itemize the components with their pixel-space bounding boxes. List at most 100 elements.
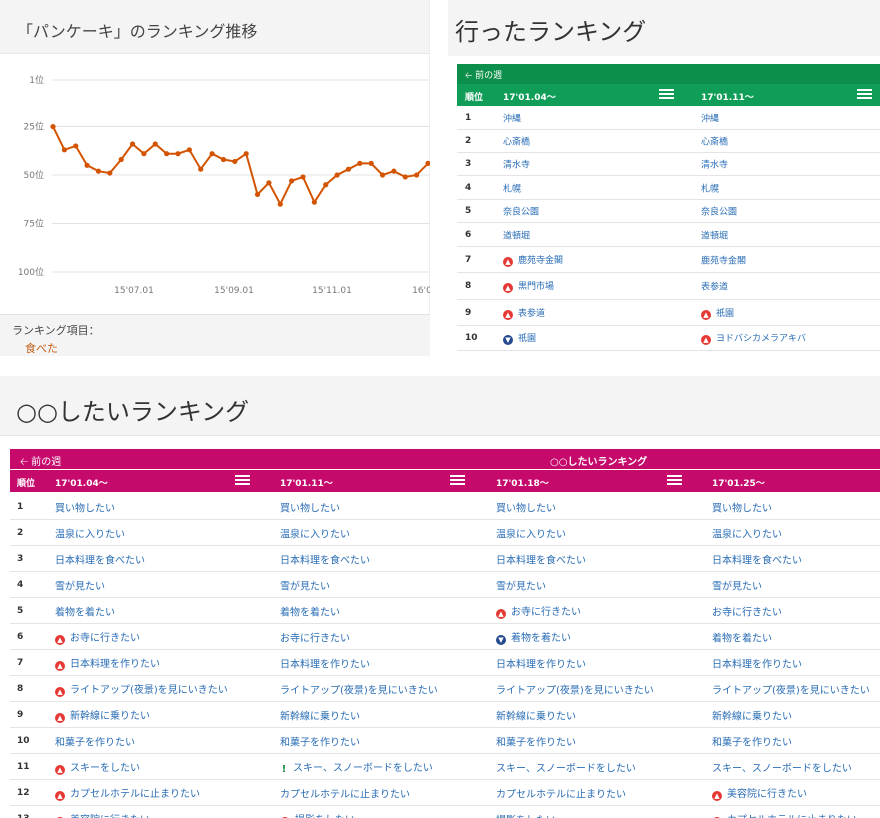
data-point[interactable] [186, 147, 192, 153]
data-point[interactable] [73, 143, 79, 149]
wish-link[interactable]: 雪が見たい [712, 577, 762, 592]
wish-link[interactable]: ▲ お寺に行きたい [496, 603, 581, 619]
place-link[interactable]: ▼ 祇園 [503, 331, 536, 345]
data-point[interactable] [266, 180, 272, 186]
wish-link[interactable]: 着物を着たい [280, 603, 340, 618]
wish-link[interactable]: 日本料理を作りたい [496, 655, 586, 670]
place-link[interactable]: 清水寺 [701, 158, 728, 171]
wish-link[interactable]: ▲ お寺に行きたい [55, 629, 140, 645]
wish-link[interactable]: ▲カプセルホテルに止まりたい [712, 811, 857, 818]
list-menu-icon[interactable] [450, 475, 465, 486]
data-point[interactable] [334, 172, 340, 178]
wish-link[interactable]: 温泉に入りたい [280, 525, 350, 540]
wish-link[interactable]: ▲美容院に行きたい [55, 811, 150, 818]
place-link[interactable]: 奈良公園 [701, 205, 737, 218]
data-point[interactable] [175, 151, 181, 157]
wish-link[interactable]: 和菓子を作りたい [55, 733, 135, 748]
place-link[interactable]: 札幌 [503, 181, 521, 194]
wish-link[interactable]: 新幹線に乗りたい [496, 707, 576, 722]
wish-link[interactable]: 和菓子を作りたい [280, 733, 360, 748]
wish-link[interactable]: 買い物したい [280, 499, 340, 514]
data-point[interactable] [323, 182, 329, 188]
wish-link[interactable]: ▲ 新幹線に乗りたい [55, 707, 150, 723]
data-point[interactable] [345, 166, 352, 172]
data-point[interactable] [311, 199, 317, 205]
place-link[interactable]: ▲ 表参道 [503, 306, 545, 320]
wish-link[interactable]: 日本料理を作りたい [712, 655, 802, 670]
data-point[interactable] [357, 160, 363, 166]
place-link[interactable]: 表参道 [701, 280, 728, 293]
data-point[interactable] [391, 168, 397, 174]
wish-link[interactable]: スキー、スノーボードをしたい [496, 759, 636, 774]
place-link[interactable]: 札幌 [701, 181, 719, 194]
data-point[interactable] [209, 151, 215, 157]
data-point[interactable] [50, 123, 56, 130]
data-point[interactable] [300, 174, 306, 180]
data-point[interactable] [198, 166, 204, 172]
place-link[interactable]: 奈良公園 [503, 205, 539, 218]
wish-link[interactable]: 買い物したい [55, 499, 115, 514]
data-point[interactable] [118, 156, 124, 163]
data-point[interactable] [61, 147, 67, 153]
wish-link[interactable]: 日本料理を作りたい [280, 655, 370, 670]
list-menu-icon[interactable] [667, 475, 682, 486]
wish-link[interactable]: ▲撮影をしたい [280, 811, 355, 818]
data-point[interactable] [243, 151, 249, 157]
wish-link[interactable]: ライトアップ(夜景)を見にいきたい [712, 681, 870, 696]
data-point[interactable] [368, 160, 374, 166]
wish-link[interactable]: 日本料理を食べたい [55, 551, 145, 566]
place-link[interactable]: 心斎橋 [503, 135, 530, 148]
wish-link[interactable]: 温泉に入りたい [55, 525, 125, 540]
data-point[interactable] [84, 162, 90, 168]
wish-link[interactable]: 新幹線に乗りたい [280, 707, 360, 722]
place-link[interactable]: 清水寺 [503, 158, 530, 171]
wish-link[interactable]: ! スキー、スノーボードをしたい [280, 759, 433, 775]
wish-link[interactable]: 雪が見たい [496, 577, 546, 592]
wish-link[interactable]: 着物を着たい [712, 629, 772, 644]
data-point[interactable] [107, 170, 113, 176]
place-link[interactable]: 沖縄 [701, 111, 719, 124]
wish-link[interactable]: ライトアップ(夜景)を見にいきたい [496, 681, 654, 696]
data-point[interactable] [402, 174, 408, 180]
list-menu-icon[interactable] [857, 89, 872, 100]
ranking-item-value[interactable]: 食べた [12, 340, 430, 356]
data-point[interactable] [95, 168, 102, 174]
place-link[interactable]: ▲ 祇園 [701, 306, 734, 320]
wish-link[interactable]: スキー、スノーボードをしたい [712, 759, 852, 774]
wish-link[interactable]: ▲ スキーをしたい [55, 759, 140, 775]
went-prev-week-button[interactable]: 🡠 前の週 [465, 71, 502, 81]
wish-link[interactable]: 撮影をしたい [496, 811, 556, 818]
wish-link[interactable]: 和菓子を作りたい [712, 733, 792, 748]
wish-link[interactable]: 新幹線に乗りたい [712, 707, 792, 722]
data-point[interactable] [232, 158, 238, 165]
list-menu-icon[interactable] [235, 475, 250, 486]
wish-link[interactable]: お寺に行きたい [712, 603, 782, 618]
data-point[interactable] [152, 141, 158, 147]
wish-link[interactable]: 和菓子を作りたい [496, 733, 576, 748]
wish-link[interactable]: 日本料理を食べたい [280, 551, 370, 566]
wish-link[interactable]: 温泉に入りたい [712, 525, 782, 540]
place-link[interactable]: 鹿苑寺金閣 [701, 253, 746, 266]
place-link[interactable]: 沖縄 [503, 111, 521, 124]
wish-link[interactable]: 雪が見たい [55, 577, 105, 592]
data-point[interactable] [254, 191, 261, 198]
data-point[interactable] [414, 172, 420, 178]
wish-link[interactable]: ライトアップ(夜景)を見にいきたい [280, 681, 438, 696]
wish-link[interactable]: カプセルホテルに止まりたい [280, 785, 410, 800]
wish-link[interactable]: 買い物したい [712, 499, 772, 514]
wish-link[interactable]: お寺に行きたい [280, 629, 350, 644]
wish-link[interactable]: 着物を着たい [55, 603, 115, 618]
data-point[interactable] [220, 156, 227, 163]
wish-link[interactable]: 買い物したい [496, 499, 556, 514]
data-point[interactable] [277, 201, 283, 207]
place-link[interactable]: 道頓堀 [503, 228, 530, 241]
list-menu-icon[interactable] [659, 89, 674, 100]
place-link[interactable]: 道頓堀 [701, 228, 728, 241]
wish-link[interactable]: ▼ 着物を着たい [496, 629, 571, 645]
place-link[interactable]: ▲ 黒門市場 [503, 279, 554, 293]
wish-link[interactable]: ▲ 日本料理を作りたい [55, 655, 160, 671]
wish-link[interactable]: 雪が見たい [280, 577, 330, 592]
data-point[interactable] [164, 151, 170, 157]
wish-link[interactable]: 日本料理を食べたい [496, 551, 586, 566]
wish-link[interactable]: ▲ ライトアップ(夜景)を見にいきたい [55, 681, 228, 697]
